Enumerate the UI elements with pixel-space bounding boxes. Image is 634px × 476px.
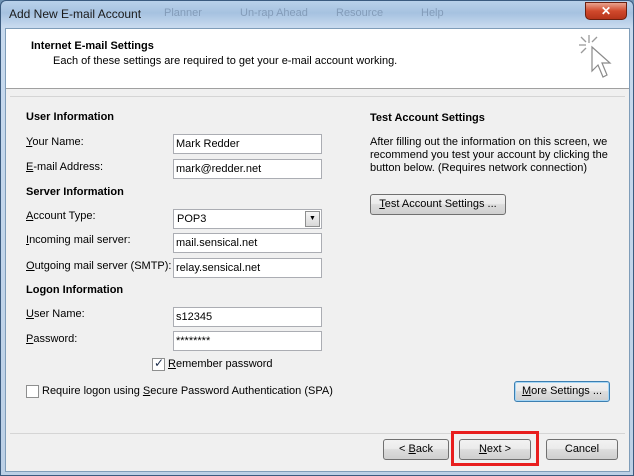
- password-input[interactable]: ********: [173, 331, 322, 351]
- account-type-select[interactable]: POP3 ▼: [173, 209, 322, 229]
- dialog-client-area: Internet E-mail Settings Each of these s…: [5, 28, 630, 472]
- incoming-server-label: Incoming mail server:: [26, 234, 131, 246]
- test-settings-heading: Test Account Settings: [370, 112, 485, 124]
- dialog-header: Internet E-mail Settings Each of these s…: [6, 29, 629, 89]
- checkmark-icon: ✓: [154, 356, 165, 370]
- window-title: Add New E-mail Account: [9, 7, 142, 21]
- background-text: Help: [421, 7, 444, 19]
- cancel-button[interactable]: Cancel: [546, 439, 618, 460]
- background-text: Planner: [164, 7, 202, 19]
- logon-info-heading: Logon Information: [26, 284, 124, 296]
- close-button[interactable]: ✕: [585, 2, 627, 20]
- dialog-window: Add New E-mail Account Planner Un-rap Ah…: [0, 0, 634, 476]
- test-settings-description: After filling out the information on thi…: [370, 136, 608, 174]
- cursor-sparkle-icon: [579, 35, 612, 78]
- test-account-settings-button[interactable]: Test Account Settings ...: [370, 194, 506, 215]
- your-name-input[interactable]: Mark Redder: [173, 134, 322, 154]
- server-info-heading: Server Information: [26, 186, 124, 198]
- remember-password-checkbox[interactable]: ✓: [152, 356, 165, 371]
- user-info-heading: User Information: [26, 111, 115, 123]
- outgoing-server-label: Outgoing mail server (SMTP):: [26, 260, 172, 272]
- user-name-label: User Name:: [26, 308, 85, 320]
- next-button[interactable]: Next >: [459, 439, 531, 460]
- close-icon: ✕: [600, 4, 612, 18]
- user-name-input[interactable]: s12345: [173, 307, 322, 327]
- header-title: Internet E-mail Settings: [31, 40, 154, 52]
- chevron-down-icon[interactable]: ▼: [305, 211, 320, 227]
- title-bar[interactable]: Add New E-mail Account Planner Un-rap Ah…: [1, 1, 633, 27]
- back-button[interactable]: < Back: [383, 439, 449, 460]
- background-text: Resource: [336, 7, 384, 19]
- remember-password-label[interactable]: Remember password: [168, 358, 273, 370]
- email-address-label: E-mail Address:: [26, 161, 104, 173]
- account-type-label: Account Type:: [26, 210, 96, 222]
- spa-label[interactable]: Require logon using Secure Password Auth…: [42, 385, 333, 397]
- spa-checkbox[interactable]: [26, 385, 39, 398]
- outgoing-server-input[interactable]: relay.sensical.net: [173, 258, 322, 278]
- incoming-server-input[interactable]: mail.sensical.net: [173, 233, 322, 253]
- more-settings-button[interactable]: More Settings ...: [514, 381, 610, 402]
- email-address-input[interactable]: mark@redder.net: [173, 159, 322, 179]
- header-subtitle: Each of these settings are required to g…: [53, 55, 398, 67]
- password-label: Password:: [26, 333, 78, 345]
- background-text: Un-rap Ahead: [240, 7, 308, 19]
- your-name-label: Your Name:: [26, 136, 84, 148]
- account-type-value: POP3: [177, 213, 207, 225]
